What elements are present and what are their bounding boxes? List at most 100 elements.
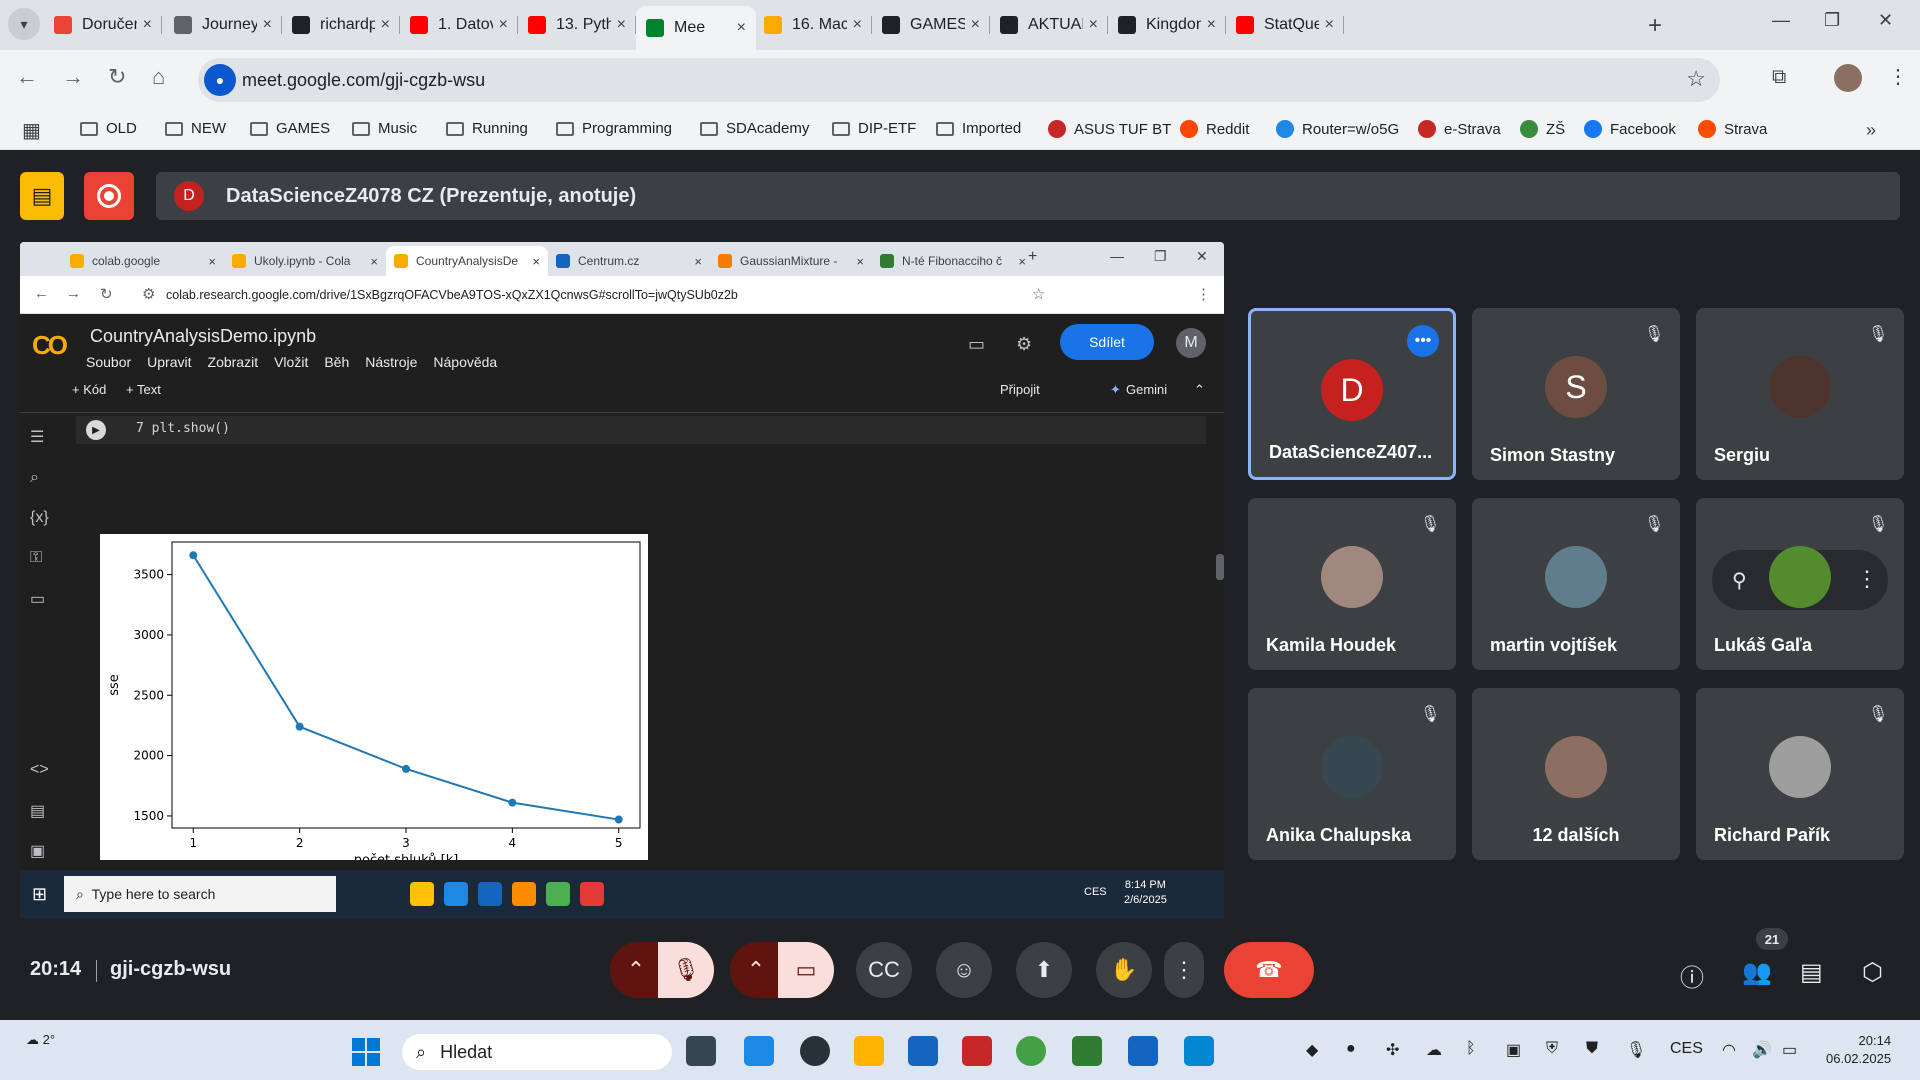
bookmark-item[interactable]: Router=w/o5G — [1276, 120, 1399, 138]
browser-tab[interactable]: 1. Datov × — [400, 8, 518, 42]
people-icon[interactable]: 👥 — [1742, 958, 1772, 987]
bookmarks-overflow-icon[interactable]: » — [1866, 120, 1876, 141]
browser-tab[interactable]: 16. Mac × — [754, 8, 872, 42]
tab-close-icon[interactable]: × — [499, 16, 508, 34]
bookmark-star-icon[interactable]: ☆ — [1686, 66, 1706, 92]
tab-close-icon[interactable]: × — [853, 16, 862, 34]
tab-close-icon[interactable]: × — [263, 16, 272, 34]
participant-tile[interactable]: 🎙 Sergiu — [1696, 308, 1904, 480]
task-view-icon[interactable] — [686, 1036, 716, 1066]
bookmark-item[interactable]: e-Strava — [1418, 120, 1501, 138]
tab-close-icon[interactable]: × — [1207, 16, 1216, 34]
raise-hand-icon[interactable]: ✋ — [1096, 942, 1152, 998]
tray-bluetooth-icon[interactable]: ᛒ — [1466, 1040, 1476, 1058]
participant-tile[interactable]: D ••• DataScienceZ407... — [1248, 308, 1456, 480]
language-indicator[interactable]: CES — [1670, 1040, 1703, 1058]
present-screen-icon[interactable]: ⬆ — [1016, 942, 1072, 998]
participant-tile[interactable]: 🎙 Anika Chalupska — [1248, 688, 1456, 860]
tab-close-icon[interactable]: × — [381, 16, 390, 34]
browser-tab[interactable]: AKTUAL × — [990, 8, 1108, 42]
tray-copilot-icon[interactable]: ◆ — [1306, 1040, 1318, 1060]
bookmark-item[interactable]: OLD — [80, 120, 137, 137]
tile-more-icon[interactable]: ⋮ — [1856, 566, 1878, 592]
participant-tile[interactable]: 🎙 Richard Pařík — [1696, 688, 1904, 860]
browser-tab[interactable]: GAMES. × — [872, 8, 990, 42]
tab-search-button[interactable]: ▾ — [8, 8, 40, 40]
tray-shield-icon[interactable]: ⛊ — [1586, 1040, 1598, 1058]
address-bar[interactable]: ● meet.google.com/gji-cgzb-wsu ☆ — [198, 58, 1720, 102]
word-icon[interactable] — [1128, 1036, 1158, 1066]
wifi-icon[interactable]: ◠ — [1722, 1040, 1736, 1060]
browser-menu-icon[interactable]: ⋮ — [1888, 64, 1908, 89]
chat-icon[interactable]: ▤ — [1800, 958, 1823, 987]
reload-button[interactable]: ↻ — [108, 64, 126, 90]
bookmark-item[interactable]: NEW — [165, 120, 226, 137]
tray-onedrive-icon[interactable]: ☁ — [1426, 1040, 1442, 1060]
tab-close-icon[interactable]: × — [143, 16, 152, 34]
participant-tile[interactable]: 12 dalších — [1472, 688, 1680, 860]
home-button[interactable]: ⌂ — [152, 64, 165, 90]
video-options-button[interactable]: ⌃ — [730, 942, 782, 998]
tray-network-icon[interactable]: ✣ — [1386, 1040, 1399, 1060]
start-icon[interactable] — [352, 1038, 380, 1066]
meeting-info-icon[interactable]: ⓘ — [1680, 958, 1704, 993]
pin-icon[interactable]: ⚲ — [1732, 568, 1747, 593]
captions-icon[interactable]: CC — [856, 942, 912, 998]
tray-mic-icon[interactable]: 🎙 — [1626, 1040, 1646, 1060]
participant-tile[interactable]: 🎙 ⚲ ⋮ Lukáš Gaľa — [1696, 498, 1904, 670]
profile-avatar[interactable] — [1834, 64, 1862, 92]
stop-presenting-button[interactable]: ▤ — [20, 172, 64, 220]
browser-tab[interactable]: Mee × — [636, 6, 756, 50]
browser-tab[interactable]: Doručen × — [44, 8, 162, 42]
back-button[interactable]: ← — [16, 64, 38, 90]
participant-tile[interactable]: 🎙 Kamila Houdek — [1248, 498, 1456, 670]
vscode-icon[interactable] — [1184, 1036, 1214, 1066]
mic-icon[interactable]: ● — [204, 64, 236, 96]
weather-widget[interactable]: ☁ 2° — [26, 1032, 62, 1068]
bookmark-item[interactable]: Running — [446, 120, 528, 137]
apps-grid-icon[interactable]: ▦ — [22, 118, 41, 143]
browser-tab[interactable]: Journey × — [164, 8, 282, 42]
camera-off-icon[interactable]: ▭ — [778, 942, 834, 998]
extensions-icon[interactable]: ⧉ — [1772, 66, 1786, 89]
participant-tile[interactable]: S 🎙 Simon Stastny — [1472, 308, 1680, 480]
bookmark-item[interactable]: Strava — [1698, 120, 1767, 138]
bookmark-item[interactable]: Programming — [556, 120, 672, 137]
mic-off-icon[interactable]: 🎙 — [658, 942, 714, 998]
tab-close-icon[interactable]: × — [971, 16, 980, 34]
leave-call-icon[interactable]: ☎ — [1224, 942, 1314, 998]
battery-icon[interactable]: ▭ — [1782, 1040, 1797, 1060]
emoji-icon[interactable]: ☺ — [936, 942, 992, 998]
more-options-icon[interactable]: ⋮ — [1164, 942, 1204, 998]
ms-store-icon[interactable] — [908, 1036, 938, 1066]
tab-close-icon[interactable]: × — [1089, 16, 1098, 34]
excel-icon[interactable] — [1072, 1036, 1102, 1066]
recording-button[interactable] — [84, 172, 134, 220]
bookmark-item[interactable]: DIP-ETF — [832, 120, 916, 137]
browser-tab[interactable]: 13. Pyth × — [518, 8, 636, 42]
chrome-icon[interactable] — [1016, 1036, 1046, 1066]
bookmark-item[interactable]: Imported — [936, 120, 1021, 137]
forward-button[interactable]: → — [62, 64, 84, 90]
tab-close-icon[interactable]: × — [737, 19, 746, 37]
tray-nvidia-icon[interactable]: ▣ — [1506, 1040, 1521, 1060]
bookmark-item[interactable]: ZŠ — [1520, 120, 1565, 138]
app-office-icon[interactable] — [962, 1036, 992, 1066]
bookmark-item[interactable]: Reddit — [1180, 120, 1249, 138]
more-actions-icon[interactable]: ••• — [1407, 325, 1439, 357]
bookmark-item[interactable]: ASUS TUF BT — [1048, 120, 1171, 138]
participant-tile[interactable]: 🎙 martin vojtíšek — [1472, 498, 1680, 670]
tab-close-icon[interactable]: × — [1325, 16, 1334, 34]
tray-security-icon[interactable]: ⛨ — [1546, 1040, 1558, 1058]
system-clock[interactable]: 20:14 06.02.2025 — [1826, 1032, 1891, 1068]
close-window-button[interactable]: ✕ — [1878, 10, 1893, 31]
browser-tab[interactable]: StatQue × — [1226, 8, 1344, 42]
bookmark-item[interactable]: GAMES — [250, 120, 330, 137]
volume-icon[interactable]: 🔊 — [1752, 1040, 1772, 1060]
tray-norton-icon[interactable]: ● — [1346, 1040, 1356, 1058]
browser-tab[interactable]: richardp × — [282, 8, 400, 42]
minimize-button[interactable]: — — [1772, 10, 1790, 31]
app-snipping-icon[interactable] — [744, 1036, 774, 1066]
browser-tab[interactable]: Kingdon × — [1108, 8, 1226, 42]
file-explorer-icon[interactable] — [854, 1036, 884, 1066]
